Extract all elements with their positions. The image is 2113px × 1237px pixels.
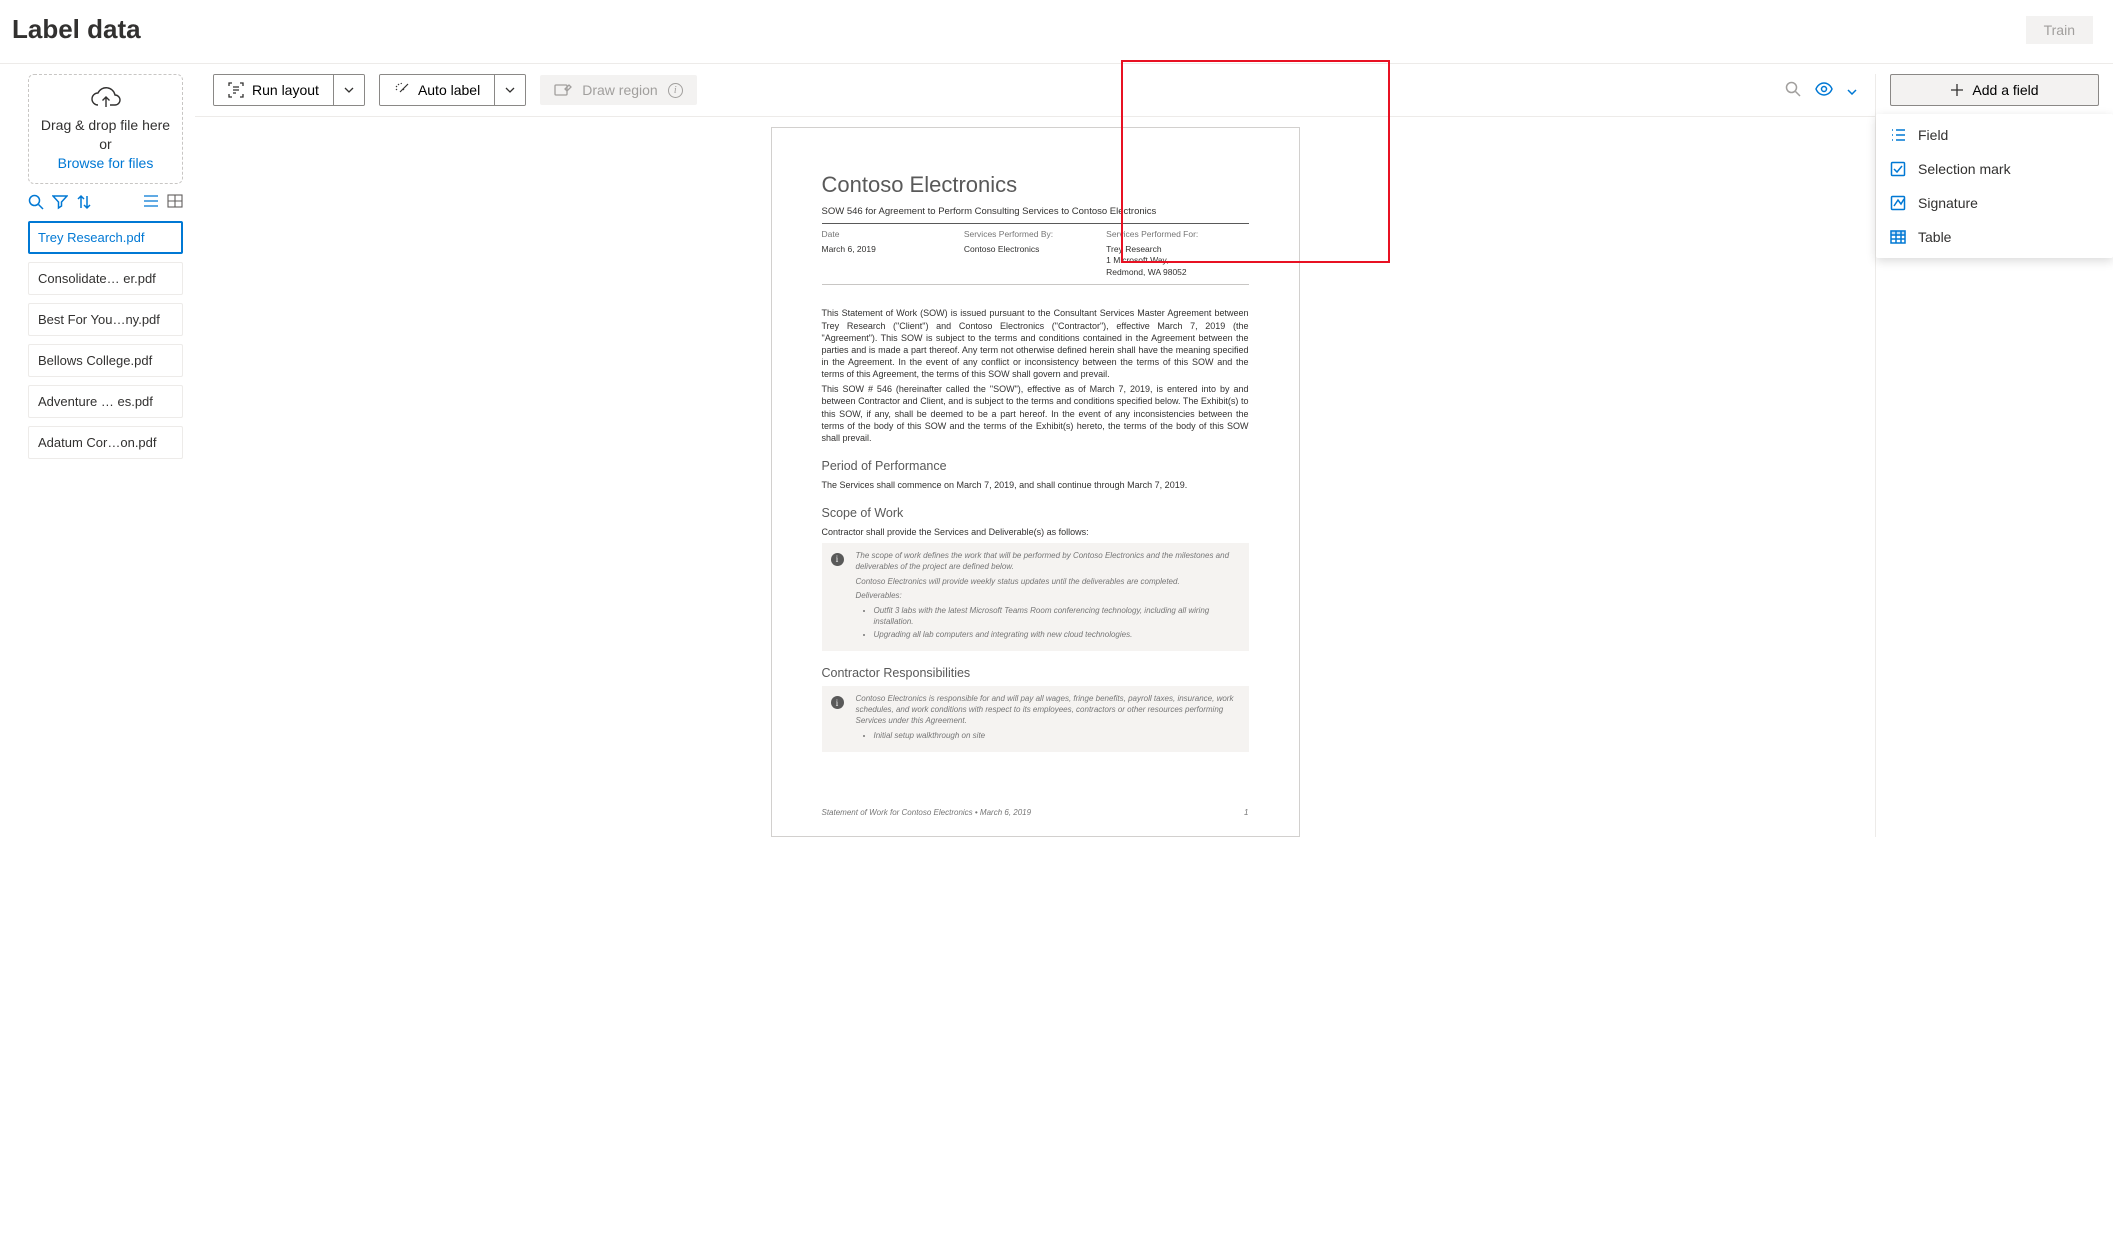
draw-region-label: Draw region (582, 82, 657, 98)
dropdown-item-signature[interactable]: Signature (1876, 186, 2113, 220)
files-sidebar: Drag & drop file here or Browse for file… (0, 74, 195, 837)
run-layout-label: Run layout (252, 82, 319, 98)
run-layout-caret[interactable] (333, 75, 364, 105)
auto-label-caret[interactable] (494, 75, 525, 105)
auto-label-split: Auto label (379, 74, 526, 106)
add-field-label: Add a field (1972, 82, 2038, 98)
field-icon (1890, 128, 1906, 142)
visibility-icon[interactable] (1815, 82, 1833, 99)
browse-files-link[interactable]: Browse for files (58, 155, 154, 171)
scan-icon (228, 82, 244, 98)
auto-label-button[interactable]: Auto label (380, 75, 494, 105)
document-preview[interactable]: Contoso Electronics SOW 546 for Agreemen… (771, 127, 1300, 837)
visibility-caret[interactable] (1847, 82, 1857, 98)
doc-title: Contoso Electronics (822, 170, 1249, 200)
chevron-down-icon (344, 87, 354, 93)
run-layout-split: Run layout (213, 74, 365, 106)
scope-callout: i The scope of work defines the work tha… (822, 543, 1249, 651)
filter-icon[interactable] (52, 194, 68, 213)
file-item[interactable]: Bellows College.pdf (28, 344, 183, 377)
file-item[interactable]: Trey Research.pdf (28, 221, 183, 254)
draw-region-icon (554, 82, 572, 98)
auto-label-label: Auto label (418, 82, 480, 98)
add-field-button[interactable]: Add a field (1890, 74, 2099, 106)
dropdown-item-field[interactable]: Field (1876, 118, 2113, 152)
selection-mark-icon (1890, 161, 1906, 177)
dropdown-item-selection-mark[interactable]: Selection mark (1876, 152, 2113, 186)
grid-view-icon[interactable] (167, 194, 183, 213)
file-item[interactable]: Adatum Cor…on.pdf (28, 426, 183, 459)
doc-meta: DateMarch 6, 2019 Services Performed By:… (822, 229, 1249, 279)
run-layout-button[interactable]: Run layout (214, 75, 333, 105)
doc-subtitle: SOW 546 for Agreement to Perform Consult… (822, 206, 1249, 219)
chevron-down-icon (505, 87, 515, 93)
search-icon[interactable] (1785, 81, 1801, 100)
file-item[interactable]: Best For You…ny.pdf (28, 303, 183, 336)
info-icon: i (668, 83, 683, 98)
train-button[interactable]: Train (2026, 16, 2093, 44)
table-icon (1890, 230, 1906, 244)
file-dropzone[interactable]: Drag & drop file here or Browse for file… (28, 74, 183, 184)
draw-region-button: Draw region i (540, 75, 696, 105)
chevron-down-icon (1847, 89, 1857, 95)
resp-callout: i Contoso Electronics is responsible for… (822, 686, 1249, 751)
add-field-dropdown: Field Selection mark Signature Table (1876, 114, 2113, 258)
list-view-icon[interactable] (143, 194, 159, 213)
sort-icon[interactable] (76, 194, 92, 213)
page-header: Label data Train (0, 0, 2113, 63)
sidebar-tools (28, 194, 183, 213)
file-list: Trey Research.pdf Consolidate… er.pdf Be… (28, 221, 183, 459)
page-title: Label data (12, 14, 141, 45)
file-item[interactable]: Consolidate… er.pdf (28, 262, 183, 295)
search-icon[interactable] (28, 194, 44, 213)
fields-panel: Add a field Field Selection mark Signatu… (1875, 74, 2113, 837)
content-area: Run layout Auto label Draw region i (195, 74, 1875, 837)
plus-icon (1950, 83, 1964, 97)
signature-icon (1890, 195, 1906, 211)
dropdown-item-table[interactable]: Table (1876, 220, 2113, 254)
toolbar-divider (195, 116, 1875, 117)
file-item[interactable]: Adventure … es.pdf (28, 385, 183, 418)
dropzone-text: Drag & drop file here or (41, 117, 170, 152)
cloud-upload-icon (90, 87, 122, 109)
magic-wand-icon (394, 82, 410, 98)
content-toolbar: Run layout Auto label Draw region i (195, 74, 1875, 116)
